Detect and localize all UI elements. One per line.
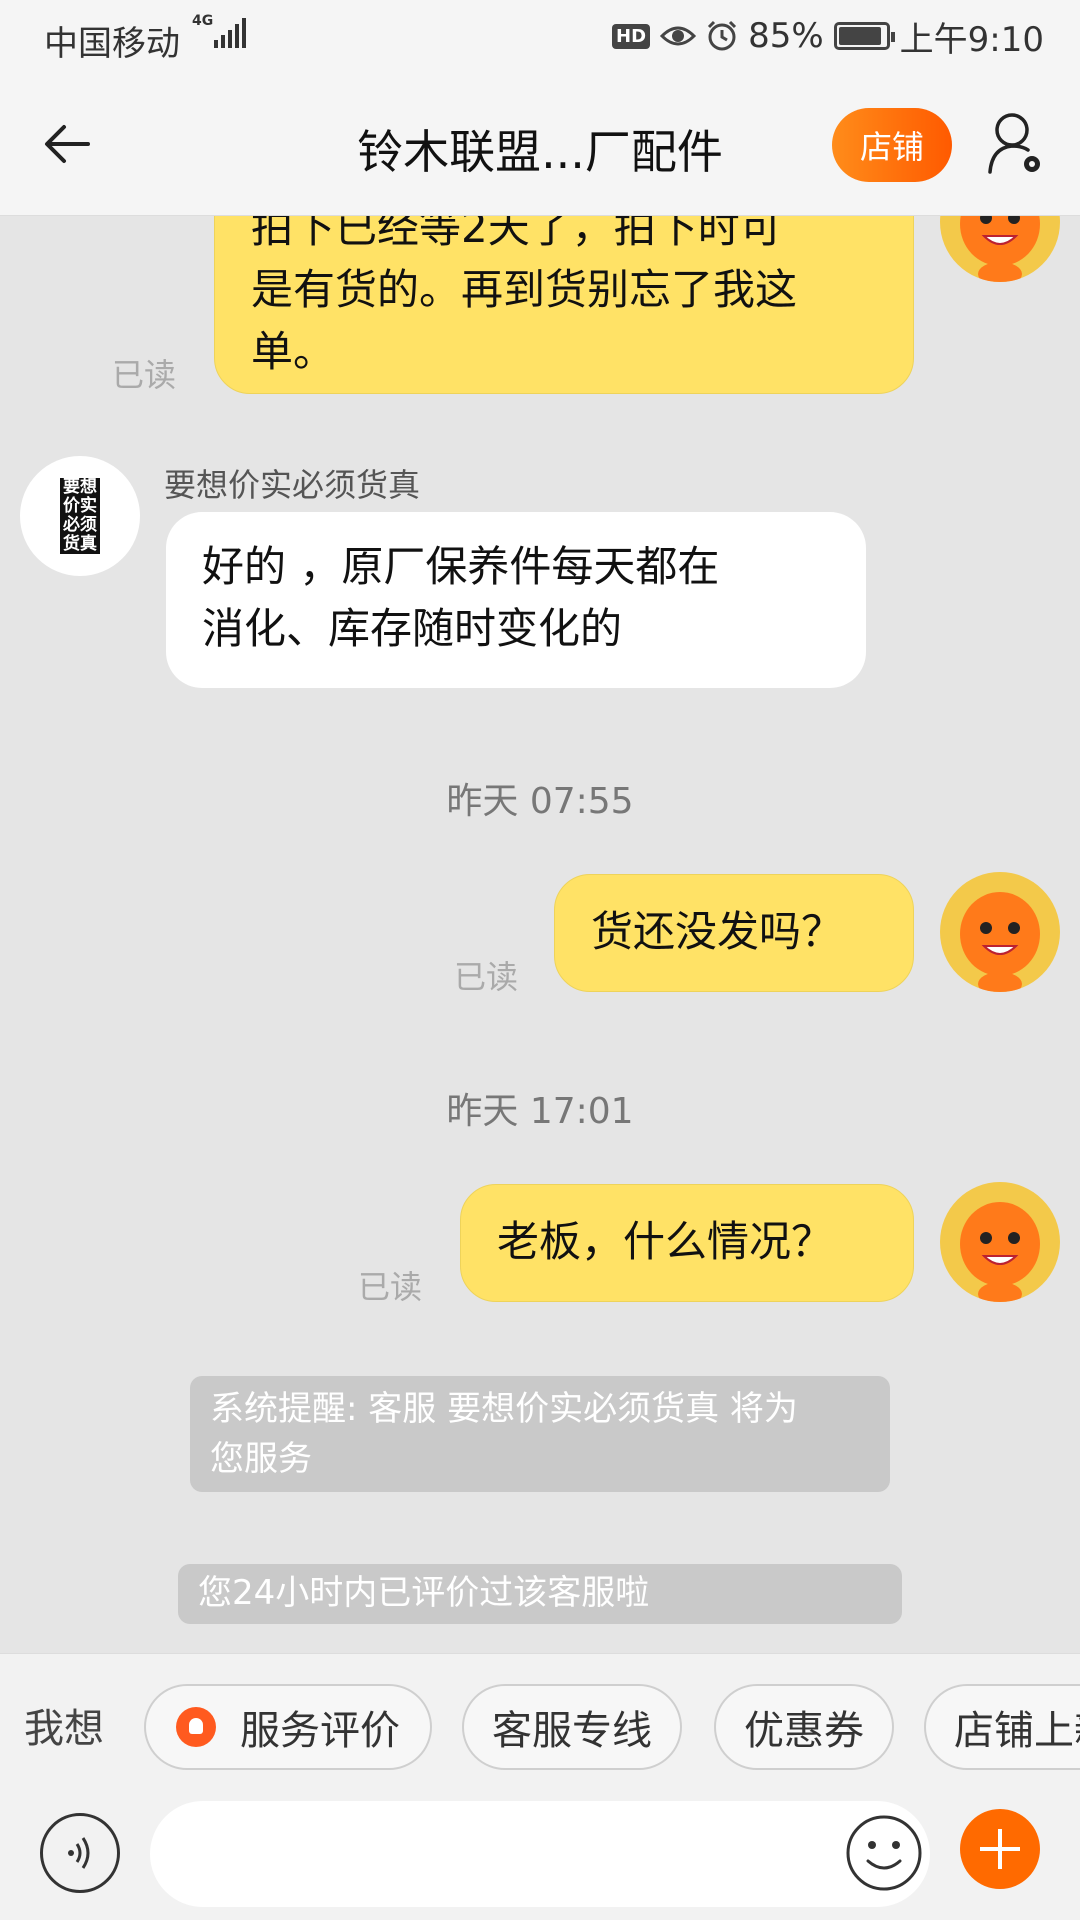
alarm-icon (708, 20, 737, 51)
eye-icon (660, 26, 697, 46)
clock: 上午9:10 (899, 19, 1044, 60)
timestamp: 昨天 07:55 (446, 781, 634, 822)
emoji-icon[interactable] (844, 1813, 924, 1893)
mascot-avatar-icon (960, 216, 1040, 282)
shop-avatar[interactable]: 要想价实必须货真 (20, 456, 140, 576)
shop-button[interactable]: 店铺 (832, 108, 952, 182)
message-text: 消化、库存随时变化的 (202, 604, 623, 653)
shop-logo: 要想价实必须货真 (60, 478, 100, 554)
coupon-chip[interactable]: 优惠券 (714, 1684, 894, 1770)
read-status: 已读 (112, 356, 177, 394)
my-avatar[interactable] (940, 1182, 1060, 1302)
voice-icon (68, 1837, 90, 1869)
service-rating-chip[interactable]: 服务评价 (144, 1684, 432, 1770)
evaluation-notice: 您24小时内已评价过该客服啦 (178, 1564, 902, 1624)
message-text: 拍下已经等2天了，拍下时可 (251, 216, 782, 252)
user-settings-icon[interactable] (986, 110, 1046, 180)
chip-label: 店铺上新 (954, 1708, 1080, 1754)
timestamp: 昨天 17:01 (446, 1091, 634, 1132)
flower-icon (176, 1707, 216, 1747)
message-text: 是有货的。再到货别忘了我这 (251, 265, 798, 314)
system-notice-text: 您服务 (210, 1439, 312, 1479)
my-message-bubble[interactable]: 货还没发吗？ (554, 874, 914, 992)
quick-action-bar: 我想 服务评价 客服专线 优惠券 店铺上新 (0, 1653, 1080, 1793)
sender-name: 要想价实必须货真 (164, 466, 421, 504)
carrier-name: 中国移动 (44, 24, 180, 64)
input-bar (0, 1793, 1080, 1920)
message-text: 单。 (251, 327, 336, 376)
other-message-bubble[interactable]: 好的 ，原厂保养件每天都在 消化、库存随时变化的 (166, 512, 866, 688)
evaluation-notice-text: 您24小时内已评价过该客服啦 (198, 1573, 650, 1613)
my-avatar[interactable] (940, 216, 1060, 282)
my-message-bubble[interactable]: 拍下已经等2天了，拍下时可 是有货的。再到货别忘了我这 单。 (214, 216, 914, 394)
chat-header: 铃木联盟...厂配件 店铺 (0, 74, 1080, 216)
status-bar: 中国移动 4G HD 85% 上午9:10 (0, 0, 1080, 74)
quick-bar-label: 我想 (24, 1706, 104, 1752)
read-status: 已读 (358, 1268, 423, 1306)
chip-label: 优惠券 (744, 1708, 864, 1754)
message-text: 老板，什么情况？ (497, 1217, 834, 1266)
network-type: 4G (192, 13, 214, 29)
system-notice: 系统提醒: 客服 要想价实必须货真 将为 您服务 (190, 1376, 890, 1492)
my-avatar[interactable] (940, 872, 1060, 992)
more-options-plus-button[interactable] (960, 1809, 1040, 1889)
my-message-bubble[interactable]: 老板，什么情况？ (460, 1184, 914, 1302)
system-notice-text: 系统提醒: 客服 要想价实必须货真 将为 (210, 1389, 798, 1429)
voice-input-button[interactable] (40, 1813, 120, 1893)
chat-messages[interactable]: 拍下已经等2天了，拍下时可 是有货的。再到货别忘了我这 单。 已读 要想价实必须… (0, 216, 1080, 1653)
shop-new-chip[interactable]: 店铺上新 (924, 1684, 1080, 1770)
service-hotline-chip[interactable]: 客服专线 (462, 1684, 682, 1770)
message-text: 货还没发吗？ (591, 907, 844, 956)
mascot-avatar-icon (960, 892, 1040, 992)
read-status: 已读 (454, 958, 519, 996)
message-text: 好的 ，原厂保养件每天都在 (202, 542, 720, 591)
message-input[interactable] (150, 1801, 930, 1907)
signal-icon (214, 18, 246, 48)
chip-label: 服务评价 (240, 1708, 400, 1754)
hd-icon: HD (612, 23, 651, 49)
battery-percent: 85% (748, 16, 824, 56)
mascot-avatar-icon (960, 1202, 1040, 1302)
chip-label: 客服专线 (492, 1708, 652, 1754)
battery-icon (833, 22, 895, 50)
